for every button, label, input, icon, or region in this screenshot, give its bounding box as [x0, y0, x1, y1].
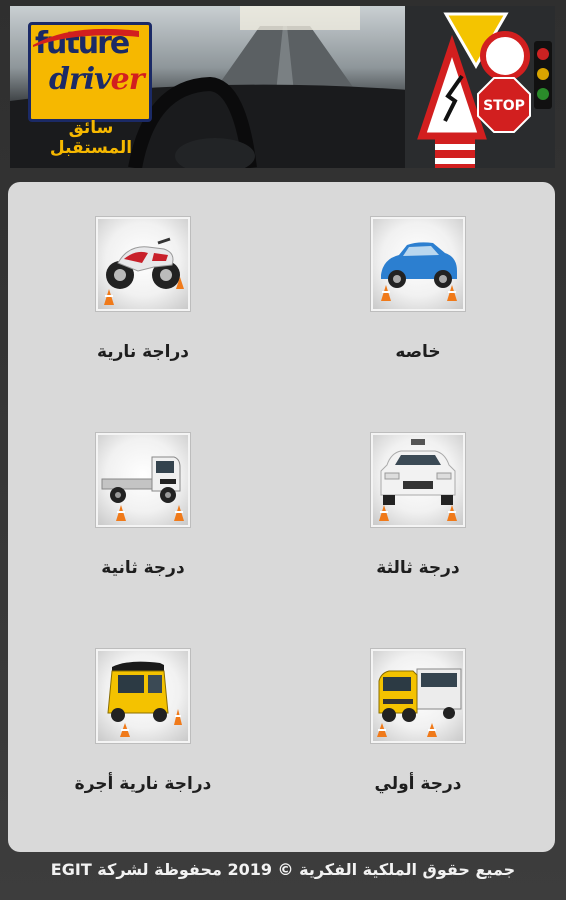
- category-label: دراجة نارية: [96, 342, 190, 362]
- app-screen: STOP future driver سائق المستقبل خاصه در…: [0, 0, 566, 900]
- blue-car-icon: [371, 217, 465, 311]
- category-motorcycle[interactable]: دراجة نارية: [8, 182, 238, 372]
- category-motorcycle-taxi[interactable]: دراجة نارية أجرة: [8, 614, 238, 804]
- category-label: درجة أولي: [374, 774, 462, 794]
- category-third-degree[interactable]: درجة ثالثة: [283, 398, 513, 588]
- stop-sign-text: STOP: [483, 98, 525, 114]
- truck-icon: [96, 433, 190, 527]
- future-driver-logo: future driver: [28, 22, 152, 122]
- copyright-footer: جميع حقوق الملكية الفكرية © 2019 محفوظة …: [50, 860, 516, 879]
- tuk-tuk-icon: [96, 649, 190, 743]
- category-label: خاصه: [395, 342, 441, 362]
- category-label: درجة ثانية: [101, 558, 185, 578]
- header-banner: STOP future driver سائق المستقبل: [10, 6, 555, 168]
- logo-word-driver: driver: [49, 62, 145, 97]
- category-second-degree[interactable]: درجة ثانية: [8, 398, 238, 588]
- logo-swoosh-icon: [33, 28, 139, 47]
- category-label: درجة ثالثة: [376, 558, 460, 578]
- taxi-car-icon: [371, 433, 465, 527]
- license-categories-panel: خاصه دراجة نارية درجة ثالثة درجة ثانية د…: [8, 182, 555, 852]
- category-label: دراجة نارية أجرة: [74, 774, 212, 794]
- category-private[interactable]: خاصه: [283, 182, 513, 372]
- motorcycle-icon: [96, 217, 190, 311]
- logo-arabic-tagline: سائق المستقبل: [49, 118, 133, 158]
- category-first-degree[interactable]: درجة أولي: [283, 614, 513, 804]
- bus-truck-icon: [371, 649, 465, 743]
